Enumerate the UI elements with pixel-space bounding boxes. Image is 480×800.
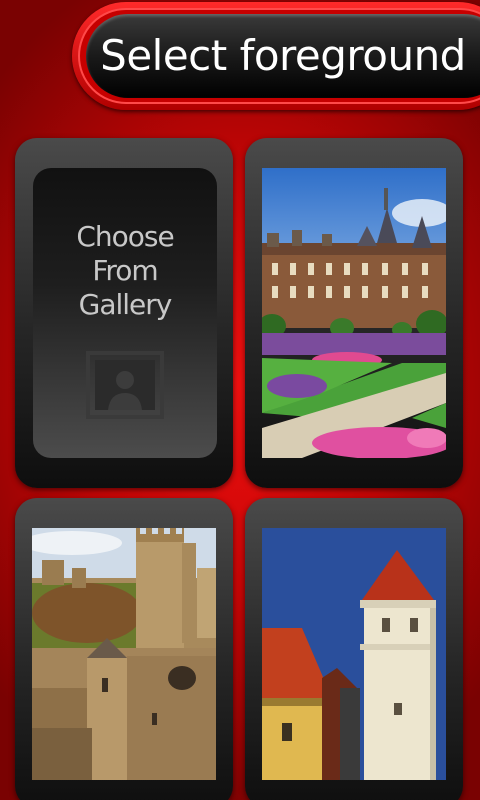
gallery-label-line2: From [92,254,158,287]
screen: Select foreground Choose From Gallery [0,0,480,800]
thumbnail-card-castle-walls[interactable] [15,498,233,800]
gallery-label-line1: Choose [76,220,174,253]
gallery-label-line3: Gallery [78,288,173,321]
choose-from-gallery-button[interactable]: Choose From Gallery [33,168,217,458]
thumbnail-card-manor-garden[interactable] [245,138,463,488]
thumbnail-card-tower-rooftops[interactable] [245,498,463,800]
thumbnail-tower-rooftops[interactable] [262,528,446,780]
thumbnail-castle-walls[interactable] [32,528,216,780]
thumbnail-manor-garden[interactable] [262,168,446,458]
choose-from-gallery-card[interactable]: Choose From Gallery [15,138,233,488]
page-title: Select foreground [100,31,466,80]
gallery-label: Choose From Gallery [33,220,217,322]
person-picture-icon [86,351,164,419]
